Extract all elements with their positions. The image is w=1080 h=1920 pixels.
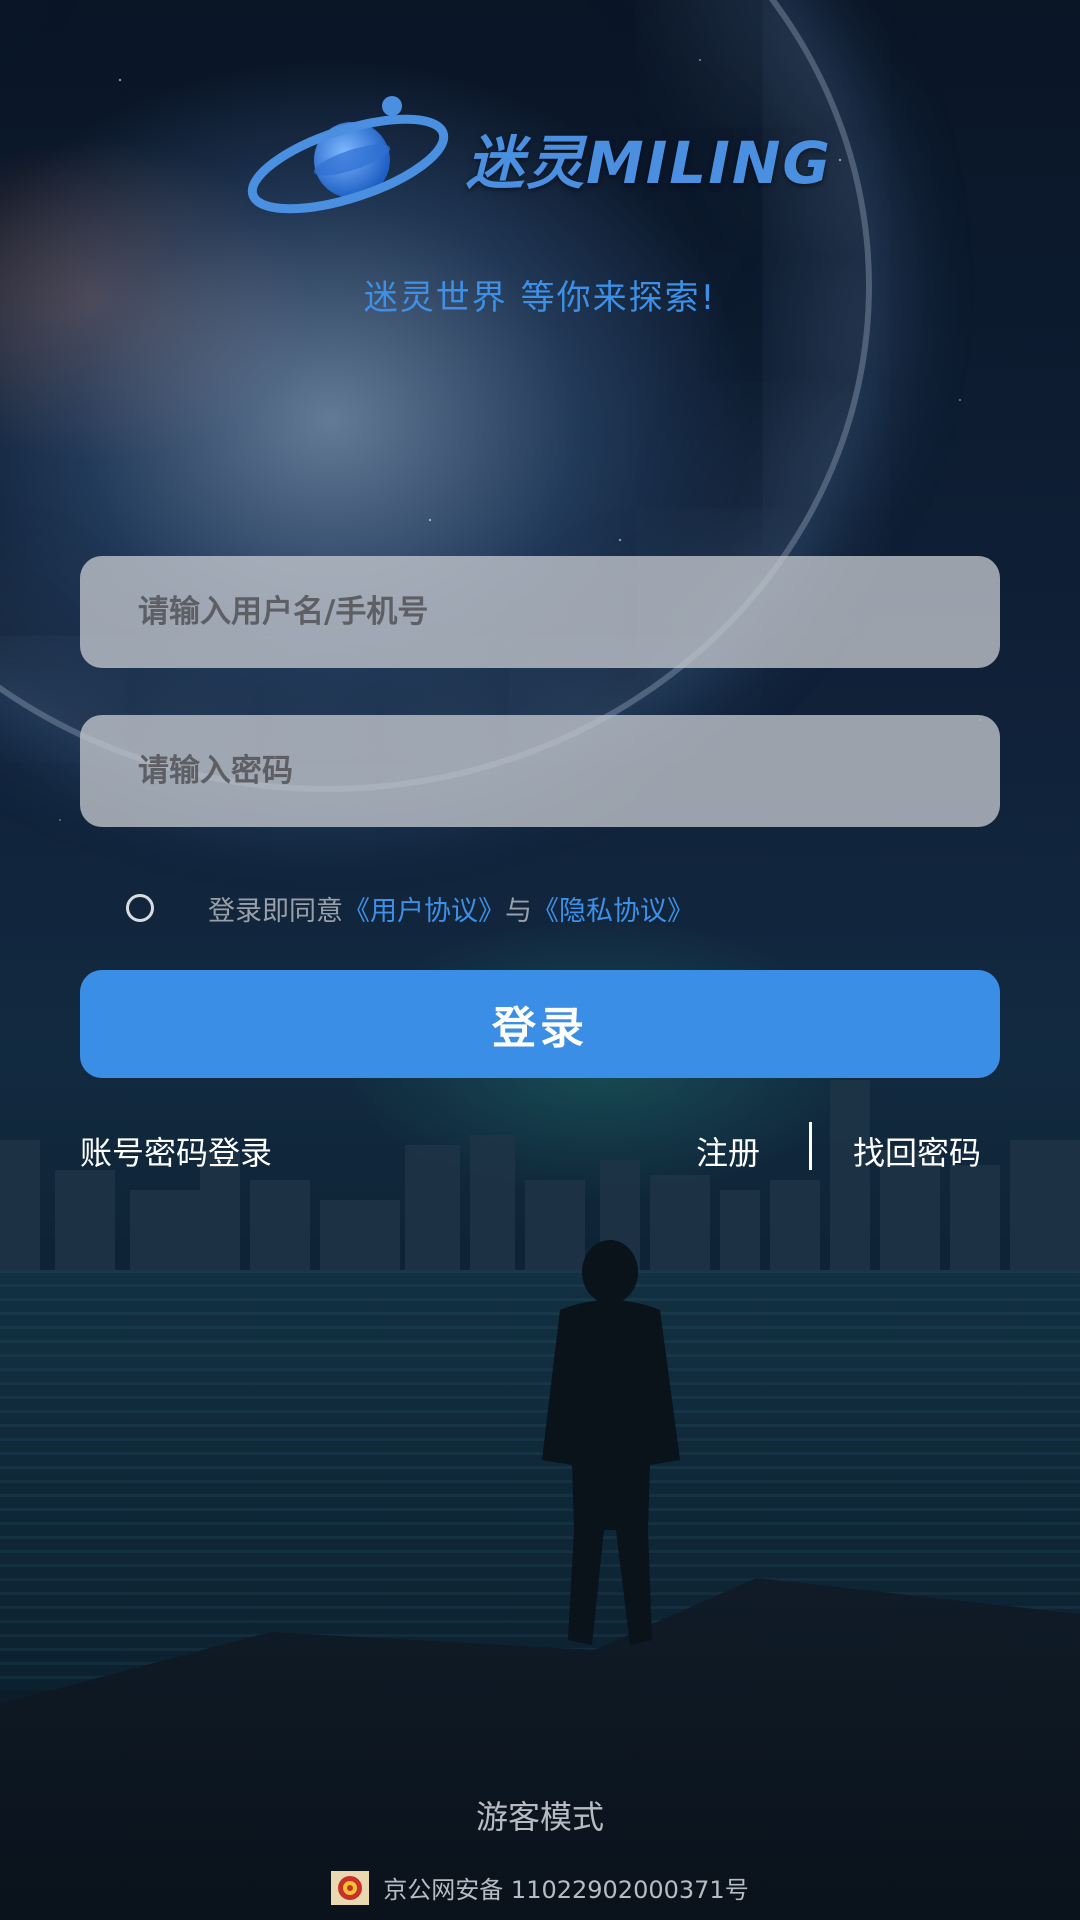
username-field[interactable]: [80, 556, 1000, 668]
agreement-row: 登录即同意 《用户协议》 与 《隐私协议》: [126, 886, 1026, 930]
password-field[interactable]: [80, 715, 1000, 827]
login-button[interactable]: 登录: [80, 970, 1000, 1078]
agreement-radio[interactable]: [126, 894, 154, 922]
account-password-login-link[interactable]: 账号密码登录: [80, 1128, 272, 1174]
username-input[interactable]: [136, 593, 944, 631]
user-agreement-link[interactable]: 《用户协议》: [343, 889, 505, 928]
logo-wordmark: 迷灵MILING: [466, 129, 832, 197]
icp-record: 京公网安备 11022902000371号: [0, 1870, 1080, 1905]
divider: [809, 1122, 812, 1170]
agreement-prefix: 登录即同意: [208, 895, 343, 927]
privacy-agreement-link[interactable]: 《隐私协议》: [532, 889, 694, 928]
password-input[interactable]: [136, 752, 944, 790]
police-badge-icon: [331, 1870, 370, 1905]
planet-logo-icon: [247, 96, 449, 214]
city-skyline-background: [0, 1080, 1080, 1280]
forgot-password-link[interactable]: 找回密码: [853, 1128, 981, 1174]
register-link[interactable]: 注册: [696, 1128, 760, 1174]
slogan: 迷灵世界 等你来探索!: [363, 278, 717, 318]
secondary-links-row: 账号密码登录 注册 找回密码: [80, 1122, 1000, 1172]
icp-text: 京公网安备 11022902000371号: [383, 1876, 749, 1904]
app-logo: 迷灵MILING: [240, 88, 840, 228]
agreement-conjunction: 与: [505, 895, 532, 927]
login-screen: 迷灵MILING 迷灵世界 等你来探索! 登录即同意 《用户协议》 与 《隐私协…: [0, 0, 1080, 1920]
guest-mode-link[interactable]: 游客模式: [0, 1792, 1080, 1838]
